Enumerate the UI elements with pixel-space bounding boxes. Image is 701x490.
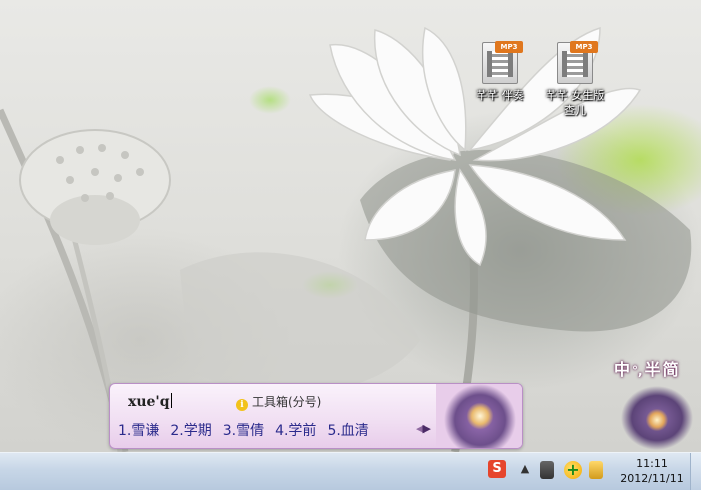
- ime-width-toggle[interactable]: 半: [645, 356, 661, 380]
- sogou-ime-icon[interactable]: S: [488, 460, 506, 478]
- clock-date: 2012/11/11: [620, 472, 684, 485]
- ime-skin-image: [436, 384, 522, 448]
- show-desktop-button[interactable]: [690, 453, 701, 490]
- ime-page-arrows: ◀▶: [416, 422, 431, 435]
- mp3-file-icon: MP3: [482, 41, 523, 84]
- ime-punct-toggle[interactable]: °,: [632, 364, 643, 378]
- taskbar-clock[interactable]: 11:11 2012/11/11: [612, 456, 692, 486]
- mp3-file-icon: MP3: [557, 41, 598, 84]
- mp3-badge: MP3: [495, 41, 523, 53]
- ime-charset-toggle[interactable]: 简: [663, 356, 679, 380]
- ime-composition: xue'q: [128, 393, 172, 410]
- network-icon[interactable]: [589, 461, 603, 479]
- ime-candidate-window[interactable]: xue'q i 工具箱(分号) 1.雪谦 2.学期 3.雪倩 4.学前 5.血清 ◀▶: [109, 383, 523, 449]
- taskbar: S ▲ + 11:11 2012/11/11: [0, 452, 701, 490]
- ime-next-page-icon[interactable]: ▶: [422, 422, 431, 435]
- ime-status-bar[interactable]: 中 °, 半简: [612, 350, 698, 450]
- ime-toolbox-hint[interactable]: i 工具箱(分号): [236, 393, 321, 411]
- security-icon[interactable]: +: [564, 461, 582, 479]
- show-hidden-icons-icon[interactable]: ▲: [518, 462, 532, 476]
- ime-mode-toggle[interactable]: 中: [614, 356, 630, 380]
- clock-time: 11:11: [636, 457, 668, 470]
- ime-composition-text: xue'q: [128, 394, 170, 410]
- desktop-icon-mp3-female-version[interactable]: MP3 芊芊 女生版 查儿: [540, 41, 610, 118]
- ime-candidate-2[interactable]: 2.学期: [170, 420, 211, 440]
- desktop-icon-mp3-accompaniment[interactable]: MP3 芊芊 伴奏: [465, 41, 535, 103]
- ime-candidate-list: 1.雪谦 2.学期 3.雪倩 4.学前 5.血清: [118, 420, 380, 440]
- desktop-icon-label: 芊芊 伴奏: [476, 89, 524, 102]
- ime-candidate-1[interactable]: 1.雪谦: [118, 420, 159, 440]
- ime-toolbox-label: 工具箱(分号): [252, 395, 322, 409]
- mp3-badge: MP3: [570, 41, 598, 53]
- text-caret: [170, 393, 172, 408]
- ime-candidate-3[interactable]: 3.雪倩: [223, 420, 264, 440]
- ime-candidate-4[interactable]: 4.学前: [275, 420, 316, 440]
- desktop-icon-label: 芊芊 女生版 查儿: [545, 89, 605, 117]
- ime-candidate-5[interactable]: 5.血清: [327, 420, 368, 440]
- info-icon: i: [236, 399, 248, 411]
- power-icon[interactable]: [540, 461, 554, 479]
